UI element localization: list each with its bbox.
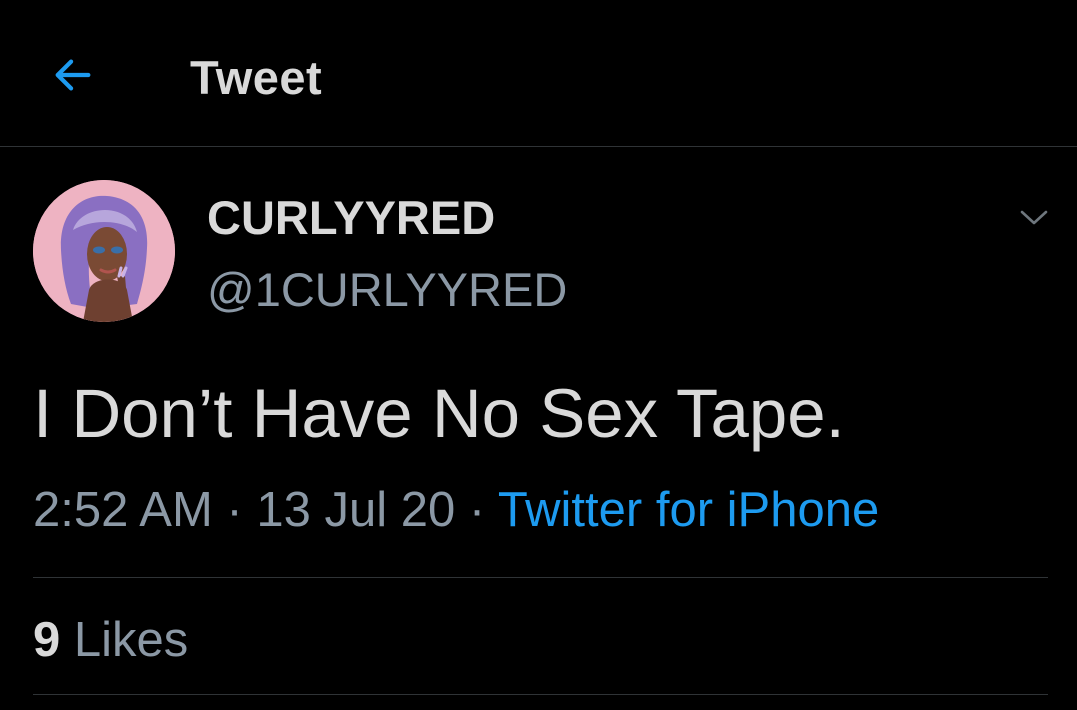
- more-options-button[interactable]: [1012, 200, 1056, 236]
- tweet-metadata: 2:52 AM · 13 Jul 20 · Twitter for iPhone: [33, 482, 879, 538]
- likes-label: Likes: [73, 613, 189, 667]
- tweet-text: I Don’t Have No Sex Tape.: [33, 375, 845, 452]
- divider: [33, 694, 1048, 695]
- arrow-left-icon: [55, 59, 91, 91]
- meta-separator: ·: [468, 483, 486, 537]
- tweet-source-link[interactable]: Twitter for iPhone: [498, 483, 879, 537]
- back-button[interactable]: [46, 50, 100, 100]
- header-divider: [0, 146, 1077, 147]
- meta-separator: ·: [226, 483, 243, 537]
- likes-link[interactable]: 9 Likes: [33, 612, 188, 668]
- page-title: Tweet: [190, 51, 323, 104]
- author-name[interactable]: CURLYYRED: [207, 190, 495, 245]
- author-handle[interactable]: @1CURLYYRED: [207, 262, 567, 317]
- chevron-down-icon: [1020, 210, 1048, 225]
- tweet-date[interactable]: 13 Jul 20: [256, 483, 455, 537]
- tweet-time[interactable]: 2:52 AM: [33, 483, 213, 537]
- top-bar: Tweet: [0, 0, 1077, 146]
- profile-avatar: [33, 180, 175, 322]
- avatar[interactable]: [33, 180, 175, 322]
- likes-count: 9: [33, 613, 61, 667]
- divider: [33, 577, 1048, 578]
